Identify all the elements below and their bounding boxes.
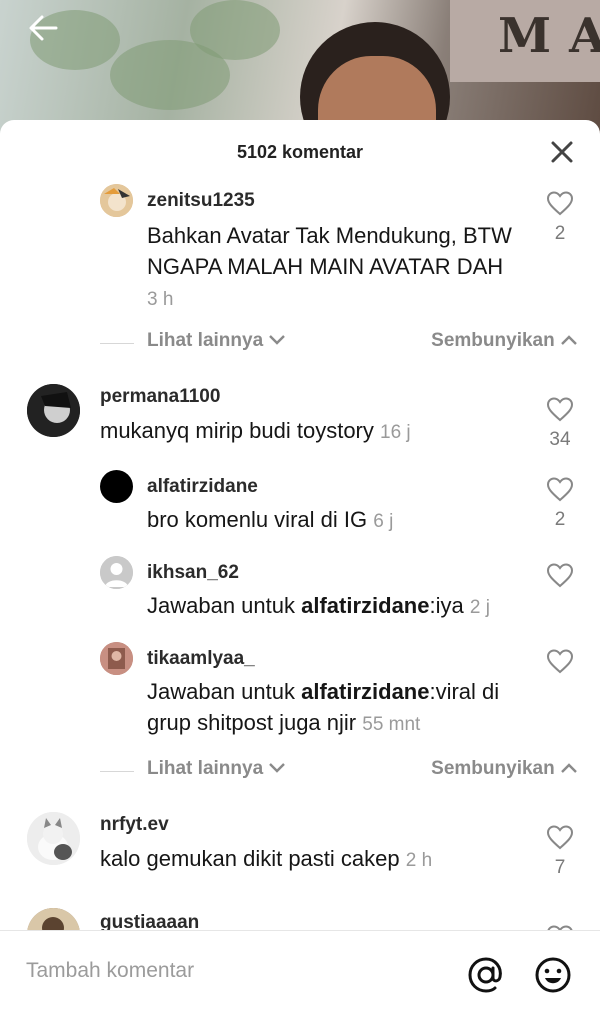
avatar[interactable] [100, 642, 133, 675]
comment-input[interactable]: Tambah komentar [26, 959, 194, 983]
close-button[interactable] [548, 138, 576, 166]
see-more-replies-button[interactable]: Lihat lainnya [147, 330, 286, 352]
reply-mention[interactable]: alfatirzidane [301, 593, 429, 618]
comment-username[interactable]: ikhsan_62 [147, 562, 239, 584]
chevron-down-icon [269, 763, 286, 773]
mention-button[interactable] [466, 955, 506, 995]
comment-body: mukanyq mirip budi toystory [100, 418, 374, 443]
comment-time: 3 h [147, 289, 174, 310]
comment-text: bro komenlu viral di IG 6 j [147, 504, 517, 537]
comment-text: mukanyq mirip budi toystory 16 j [100, 415, 520, 448]
comment-item: ikhsan_62 Jawaban untuk alfatirzidane:iy… [0, 556, 600, 626]
hide-replies-button[interactable]: Sembunyikan [431, 330, 578, 352]
reply-prefix: Jawaban untuk [147, 593, 302, 618]
plant-leaf [190, 0, 280, 60]
see-more-replies-button[interactable]: Lihat lainnya [147, 758, 286, 780]
comment-body: bro komenlu viral di IG [147, 507, 368, 532]
divider-line [100, 343, 134, 344]
comment-body: kalo gemukan dikit pasti cakep [100, 846, 400, 871]
heart-outline-icon [546, 477, 574, 502]
at-sign-icon [468, 957, 502, 993]
photo-avatar-icon [100, 642, 133, 675]
close-icon [551, 141, 573, 163]
heart-outline-icon [546, 397, 574, 422]
avatar[interactable] [27, 812, 80, 865]
like-button[interactable]: 2 [540, 476, 580, 531]
comment-body: Bahkan Avatar Tak Mendukung, BTW NGAPA M… [147, 223, 512, 279]
comment-text: kalo gemukan dikit pasti cakep 2 h [100, 843, 520, 876]
like-count: 34 [549, 429, 571, 450]
comment-username[interactable]: tikaamlyaa_ [147, 648, 255, 670]
comment-text: Jawaban untuk alfatirzidane:iya 2 j [147, 590, 547, 623]
heart-outline-icon [546, 649, 574, 674]
anime-avatar-icon [100, 184, 133, 217]
comment-item: zenitsu1235 Bahkan Avatar Tak Mendukung,… [0, 182, 600, 312]
like-button[interactable]: 2 [540, 190, 580, 245]
emoji-button[interactable] [533, 955, 573, 995]
heart-outline-icon [546, 563, 574, 588]
heart-outline-icon [546, 191, 574, 216]
like-count: 7 [554, 857, 566, 878]
hide-label: Sembunyikan [431, 758, 555, 779]
hide-label: Sembunyikan [431, 330, 555, 351]
like-count: 2 [554, 223, 566, 244]
dark-photo-avatar-icon [27, 384, 80, 437]
comment-time: 55 mnt [362, 714, 421, 735]
hide-replies-button[interactable]: Sembunyikan [431, 758, 578, 780]
like-button[interactable]: 34 [540, 396, 580, 451]
replies-controls: Lihat lainnya Sembunyikan [0, 330, 600, 360]
see-more-label: Lihat lainnya [147, 330, 264, 351]
comment-count: 5102 komentar [236, 142, 364, 162]
like-count: 2 [554, 509, 566, 530]
avatar[interactable] [27, 384, 80, 437]
comments-header: 5102 komentar [0, 120, 600, 184]
comment-body: :iya [429, 593, 464, 618]
comment-username[interactable]: permana1100 [100, 386, 220, 408]
comment-item: tikaamlyaa_ Jawaban untuk alfatirzidane:… [0, 642, 600, 742]
cat-avatar-icon [27, 812, 80, 865]
chevron-down-icon [269, 335, 286, 345]
see-more-label: Lihat lainnya [147, 758, 264, 779]
comment-time: 2 j [469, 597, 490, 618]
emoji-icon [535, 957, 571, 993]
chevron-up-icon [561, 335, 577, 345]
comment-item: nrfyt.ev kalo gemukan dikit pasti cakep … [0, 810, 600, 890]
background-sign-letters: MA [498, 8, 600, 64]
comments-sheet: 5102 komentar zenitsu1235 Bahkan Avatar … [0, 120, 600, 1017]
comment-time: 2 h [405, 850, 433, 871]
comment-text: Bahkan Avatar Tak Mendukung, BTW NGAPA M… [147, 220, 517, 315]
reply-prefix: Jawaban untuk [147, 679, 302, 704]
divider-line [100, 771, 134, 772]
avatar[interactable] [100, 184, 133, 217]
comment-username[interactable]: nrfyt.ev [100, 814, 169, 836]
comment-composer: Tambah komentar [0, 930, 600, 1018]
heart-outline-icon [546, 825, 574, 850]
reply-mention[interactable]: alfatirzidane [301, 679, 429, 704]
avatar[interactable] [100, 556, 133, 589]
comment-text: Jawaban untuk alfatirzidane:viral di gru… [147, 676, 527, 740]
replies-controls: Lihat lainnya Sembunyikan [0, 758, 600, 788]
back-button[interactable] [22, 8, 66, 48]
comment-username[interactable]: zenitsu1235 [147, 190, 255, 212]
like-button[interactable]: 7 [540, 824, 580, 879]
comment-time: 6 j [373, 511, 394, 532]
like-button[interactable] [540, 648, 580, 681]
comment-username[interactable]: alfatirzidane [147, 476, 258, 498]
chevron-up-icon [561, 763, 577, 773]
like-button[interactable] [540, 562, 580, 595]
avatar[interactable] [100, 470, 133, 503]
comment-time: 16 j [380, 422, 411, 443]
comment-item: alfatirzidane bro komenlu viral di IG 6 … [0, 470, 600, 550]
default-user-icon [100, 556, 133, 589]
comment-item: permana1100 mukanyq mirip budi toystory … [0, 382, 600, 462]
arrow-left-icon [29, 15, 58, 41]
